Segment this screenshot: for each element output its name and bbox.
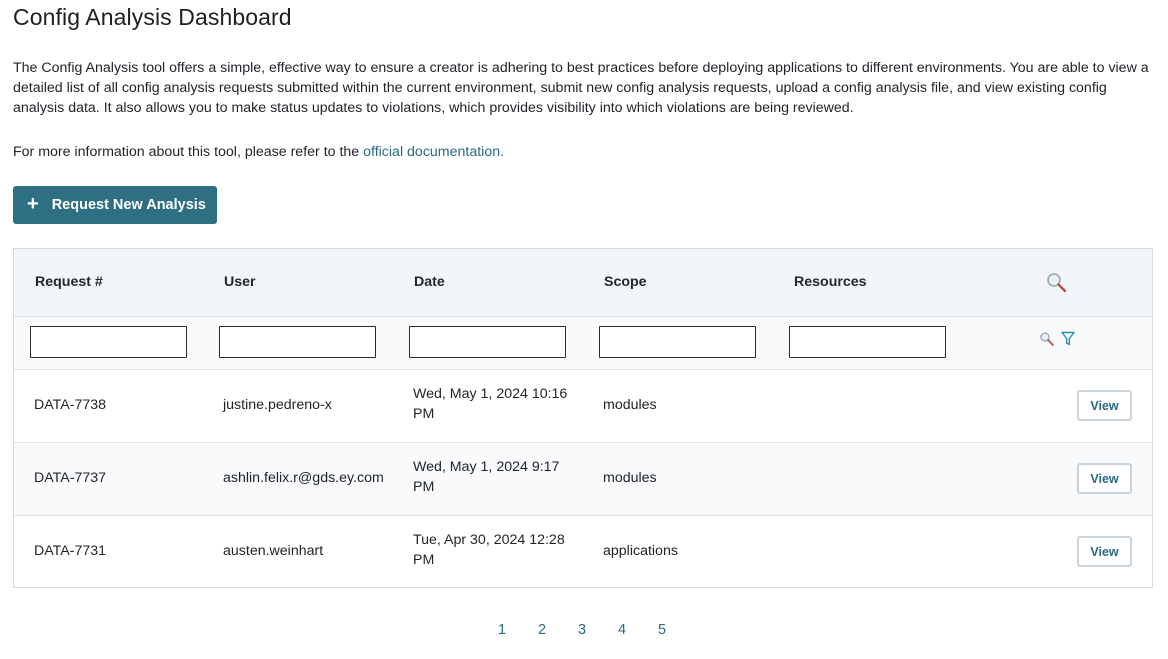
filter-input-resources[interactable] xyxy=(789,326,946,358)
column-header-user[interactable]: User xyxy=(224,274,256,290)
more-info: For more information about this tool, pl… xyxy=(13,142,504,162)
filter-input-date[interactable] xyxy=(409,326,566,358)
page-link-3[interactable]: 3 xyxy=(578,622,586,638)
request-new-analysis-button[interactable]: + Request New Analysis xyxy=(13,186,217,224)
filter-row xyxy=(14,317,1152,370)
page-link-5[interactable]: 5 xyxy=(658,622,666,638)
page-description: The Config Analysis tool offers a simple… xyxy=(13,60,1149,116)
filter-input-scope[interactable] xyxy=(599,326,756,358)
filter-input-user[interactable] xyxy=(219,326,376,358)
filter-input-request[interactable] xyxy=(30,326,187,358)
page-link-4[interactable]: 4 xyxy=(618,622,626,638)
official-documentation-link[interactable]: official documentation. xyxy=(363,144,504,160)
cell-request: DATA-7731 xyxy=(34,543,107,559)
requests-grid: Request # User Date Scope Resources DATA… xyxy=(13,248,1153,588)
funnel-icon[interactable] xyxy=(1061,331,1075,347)
column-header-scope[interactable]: Scope xyxy=(604,274,647,290)
view-button[interactable]: View xyxy=(1077,536,1132,567)
search-icon[interactable] xyxy=(1039,331,1055,347)
cell-scope: modules xyxy=(603,470,657,486)
view-button[interactable]: View xyxy=(1077,390,1132,421)
column-header-date[interactable]: Date xyxy=(414,274,445,290)
cell-user: justine.pedreno-x xyxy=(223,397,332,413)
table-row: DATA-7737 ashlin.felix.r@gds.ey.com Wed,… xyxy=(14,443,1152,516)
table-row: DATA-7738 justine.pedreno-x Wed, May 1, … xyxy=(14,370,1152,443)
column-header-resources[interactable]: Resources xyxy=(794,274,867,290)
cell-request: DATA-7737 xyxy=(34,470,107,486)
cell-request: DATA-7738 xyxy=(34,397,107,413)
cell-user: austen.weinhart xyxy=(223,543,324,559)
cell-scope: modules xyxy=(603,397,657,413)
request-new-analysis-label: Request New Analysis xyxy=(51,197,206,213)
page-link-2[interactable]: 2 xyxy=(538,622,546,638)
cell-user: ashlin.felix.r@gds.ey.com xyxy=(223,470,384,486)
cell-scope: applications xyxy=(603,543,678,559)
page-link-1[interactable]: 1 xyxy=(498,622,506,638)
view-button[interactable]: View xyxy=(1077,463,1132,494)
column-header-request[interactable]: Request # xyxy=(35,274,103,290)
page-title: Config Analysis Dashboard xyxy=(13,4,292,30)
search-icon[interactable] xyxy=(1045,271,1069,295)
table-row: DATA-7731 austen.weinhart Tue, Apr 30, 2… xyxy=(14,516,1152,588)
more-info-text: For more information about this tool, pl… xyxy=(13,144,364,160)
grid-header: Request # User Date Scope Resources xyxy=(14,249,1152,317)
pagination: 1 2 3 4 5 xyxy=(0,622,1168,642)
plus-icon: + xyxy=(27,193,39,215)
cell-date: Tue, Apr 30, 2024 12:28 PM xyxy=(413,532,565,568)
cell-date: Wed, May 1, 2024 9:17 PM xyxy=(413,459,560,495)
cell-date: Wed, May 1, 2024 10:16 PM xyxy=(413,386,568,422)
